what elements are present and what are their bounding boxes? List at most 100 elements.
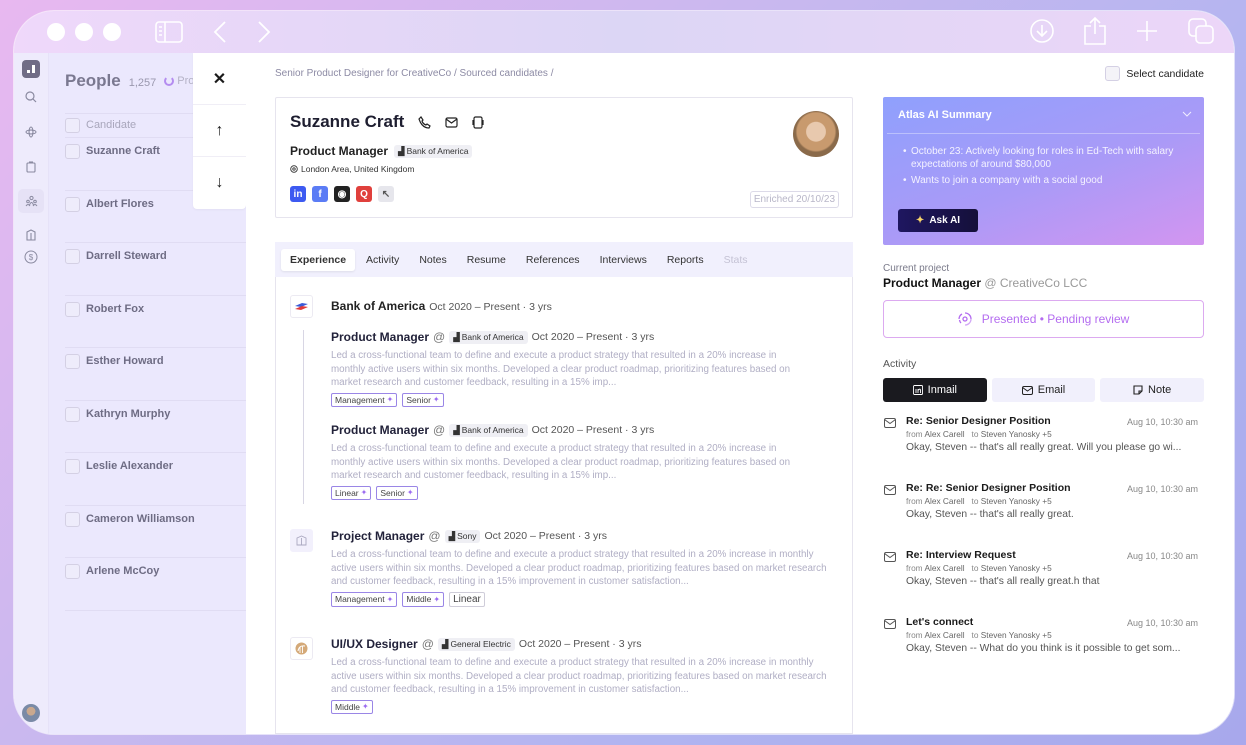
forward-icon[interactable] [257, 20, 271, 44]
candidate-row[interactable]: Kathryn Murphy [65, 401, 246, 453]
app-logo-icon[interactable] [22, 60, 40, 78]
inmail-button[interactable]: Inmail [883, 378, 987, 402]
candidate-checkbox[interactable] [65, 354, 80, 369]
skill-tag[interactable]: Linear ✦ [331, 485, 372, 500]
message-date: Aug 10, 10:30 am [1126, 618, 1198, 628]
message-preview: Okay, Steven -- that's all really great. [906, 509, 1074, 520]
github-icon[interactable]: ◉ [334, 186, 350, 202]
candidate-checkbox[interactable] [65, 249, 80, 264]
companies-icon[interactable] [20, 224, 42, 246]
select-all-checkbox[interactable] [65, 118, 80, 133]
candidate-row[interactable]: Darrell Steward [65, 243, 246, 296]
next-candidate-button[interactable]: ↓ [193, 157, 246, 209]
note-button[interactable]: Note [1100, 378, 1205, 402]
minimize-window-button[interactable] [75, 23, 93, 41]
role-entry: Product Manager @ ▟ Bank of America Oct 2020… [331, 330, 831, 407]
project-status[interactable]: Presented • Pending review [883, 300, 1204, 338]
skill-tag[interactable]: Middle ✦ [402, 591, 445, 607]
sony-logo [290, 529, 313, 552]
candidate-checkbox[interactable] [65, 301, 80, 317]
current-project-label: Current project [883, 263, 950, 274]
sidebar-toggle-icon[interactable] [155, 21, 183, 43]
candidate-checkbox[interactable] [65, 564, 80, 579]
candidate-row[interactable]: Cameron Williamson [65, 506, 246, 558]
message-participants: from Alex Carell to Steven Yanosky +5 [906, 563, 1052, 573]
phone-icon[interactable] [418, 115, 432, 129]
previous-candidate-button[interactable]: ↑ [193, 105, 246, 157]
candidate-checkbox[interactable] [65, 144, 80, 159]
skill-tag[interactable]: Management ✦ [331, 591, 398, 607]
tab-resume[interactable]: Resume [458, 249, 515, 271]
close-icon: ✕ [212, 70, 227, 88]
skill-tag[interactable]: Middle ✦ [331, 699, 373, 714]
tab-notes[interactable]: Notes [410, 249, 455, 271]
note-icon [1133, 385, 1143, 395]
new-tab-icon[interactable] [1136, 20, 1158, 42]
share-icon[interactable] [1084, 17, 1106, 45]
candidate-checkbox[interactable] [65, 459, 80, 474]
maximize-window-button[interactable] [103, 23, 121, 41]
app-window: $ People 1,257 Pro Candidate Suzanne Cra… [14, 11, 1234, 734]
candidate-row[interactable]: Arlene McCoy [65, 558, 246, 611]
message-date: Aug 10, 10:30 am [1126, 484, 1198, 494]
people-icon[interactable] [18, 189, 44, 213]
company-chip[interactable]: ▟ General Electric [437, 637, 515, 651]
breadcrumb[interactable]: Senior Product Designer for CreativeCo /… [275, 68, 553, 79]
facebook-icon[interactable]: f [312, 186, 328, 202]
close-window-button[interactable] [47, 23, 65, 41]
email-icon [1021, 385, 1033, 395]
activity-message[interactable]: Re: Interview Request Aug 10, 10:30 am fro… [883, 549, 1204, 616]
website-icon[interactable]: ↖ [378, 186, 394, 202]
company-chip[interactable]: ▟ Sony [444, 529, 481, 543]
candidate-row-name: Suzanne Craft [86, 145, 160, 157]
integrations-icon[interactable] [20, 121, 42, 143]
candidate-avatar [793, 111, 839, 157]
ask-ai-button[interactable]: ✦ Ask AI [898, 209, 978, 232]
back-icon[interactable] [213, 20, 227, 44]
tab-references[interactable]: References [517, 249, 589, 271]
candidate-checkbox[interactable] [65, 511, 80, 527]
candidate-checkbox[interactable] [65, 406, 80, 422]
candidate-checkbox[interactable] [65, 196, 80, 212]
skill-tag[interactable]: Senior ✦ [376, 485, 418, 500]
collapse-chevron-icon[interactable] [1182, 109, 1192, 120]
arrow-up-icon: ↑ [215, 121, 224, 139]
device-icon[interactable] [472, 115, 484, 129]
candidate-row[interactable]: Robert Fox [65, 296, 246, 348]
skill-tag[interactable]: Management ✦ [331, 392, 398, 407]
quora-icon[interactable]: Q [356, 186, 372, 202]
search-icon[interactable] [20, 86, 42, 108]
activity-message[interactable]: Re: Senior Designer Position Aug 10, 10:3… [883, 415, 1204, 482]
close-button[interactable]: ✕ [193, 53, 246, 105]
tab-stats[interactable]: Stats [715, 249, 757, 271]
skill-tag[interactable]: Senior ✦ [402, 392, 444, 407]
tab-interviews[interactable]: Interviews [591, 249, 656, 271]
company-chip[interactable]: ▟ Bank of America [449, 423, 528, 437]
linkedin-icon [912, 385, 923, 395]
tabs-overview-icon[interactable] [1188, 18, 1214, 44]
candidate-row-name: Darrell Steward [86, 250, 167, 262]
skill-tag[interactable]: Linear [449, 591, 485, 607]
role-description: Led a cross-functional team to define an… [331, 443, 791, 481]
billing-icon[interactable]: $ [20, 246, 42, 268]
candidate-row[interactable]: Esther Howard [65, 348, 246, 401]
user-avatar[interactable] [22, 704, 40, 722]
activity-message[interactable]: Let's connect Aug 10, 10:30 am from Alex C… [883, 616, 1204, 683]
select-candidate-checkbox[interactable] [1105, 66, 1121, 81]
email-icon[interactable] [445, 116, 458, 128]
activity-message[interactable]: Re: Re: Senior Designer Position Aug 10, … [883, 482, 1204, 549]
tab-reports[interactable]: Reports [658, 249, 713, 271]
email-button[interactable]: Email [991, 378, 1096, 402]
tab-experience[interactable]: Experience [281, 248, 356, 271]
linkedin-icon[interactable]: in [290, 186, 306, 202]
pro-badge: Pro [164, 75, 194, 87]
select-candidate[interactable]: Select candidate [1105, 66, 1204, 81]
candidate-row[interactable]: Leslie Alexander [65, 453, 246, 506]
company-chip[interactable]: ▟ Bank of America [394, 144, 473, 158]
ai-summary-bullet: Wants to join a company with a social go… [903, 174, 1193, 187]
candidate-row-name: Arlene McCoy [86, 565, 160, 577]
clipboard-icon[interactable] [20, 156, 42, 178]
company-chip[interactable]: ▟ Bank of America [449, 330, 528, 344]
download-icon[interactable] [1030, 19, 1054, 43]
tab-activity[interactable]: Activity [357, 249, 408, 271]
